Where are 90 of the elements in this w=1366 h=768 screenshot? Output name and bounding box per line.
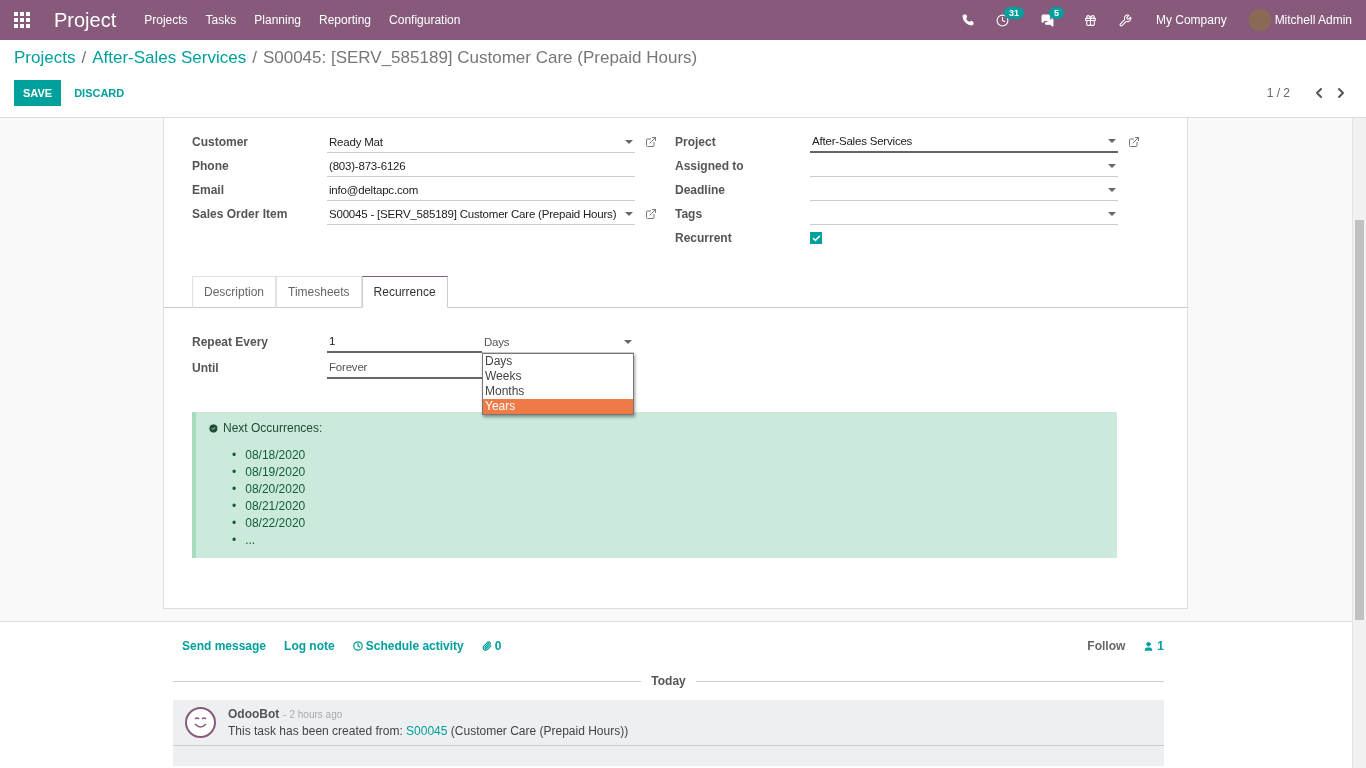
- bot-avatar-icon: [185, 707, 216, 738]
- pager-text: 1 / 2: [1266, 86, 1290, 100]
- occurrence-date: 08/22/2020: [245, 515, 306, 532]
- occurrence-date: 08/18/2020: [245, 447, 306, 464]
- bullet: •: [232, 464, 237, 481]
- save-button[interactable]: SAVE: [14, 80, 62, 106]
- field-label: Repeat Every: [192, 335, 270, 349]
- caret-icon: [1108, 163, 1116, 168]
- form-tab[interactable]: Timesheets: [276, 276, 362, 308]
- field-label: Deadline: [675, 183, 726, 197]
- paperclip-icon: [481, 641, 492, 651]
- until-dropdown[interactable]: Forever: [327, 357, 482, 379]
- chatter-link[interactable]: Send message: [182, 639, 267, 653]
- message-badge: 5: [1048, 6, 1064, 19]
- bullet: •: [232, 481, 237, 498]
- recurrent-checkbox[interactable]: [810, 232, 822, 244]
- occurrence-date: 08/19/2020: [245, 464, 306, 481]
- caret-icon: [625, 139, 633, 144]
- activity-badge: 31: [1003, 6, 1024, 19]
- user-avatar: [1248, 9, 1271, 31]
- caret-icon: [1108, 187, 1116, 192]
- field-label: Phone: [192, 159, 230, 173]
- record-title: S00045: [SERV_585189] Customer Care (Prepaid Hours): [262, 48, 698, 68]
- message-text: This task has been created from: S00045 (Customer Care (Prepaid Hours)): [228, 724, 629, 738]
- nav-menu-item[interactable]: Reporting: [319, 13, 372, 27]
- external-link-icon[interactable]: [645, 136, 657, 148]
- breadcrumb-separator: /: [81, 48, 87, 68]
- bullet: •: [232, 498, 237, 515]
- nav-menu-item[interactable]: Configuration: [389, 13, 461, 27]
- field-label: Sales Order Item: [192, 207, 289, 221]
- record-link[interactable]: S00045: [406, 724, 448, 738]
- company-switcher[interactable]: My Company: [1155, 13, 1227, 27]
- field-label: Tags: [675, 207, 704, 221]
- check-circle-icon: [208, 422, 219, 434]
- occurrence-date: ...: [245, 532, 256, 549]
- person-icon: [1143, 640, 1155, 652]
- occurrences-title: Next Occurrences:: [223, 421, 323, 435]
- caret-icon: [624, 339, 632, 344]
- field-label: Assigned to: [675, 159, 745, 173]
- discard-button[interactable]: DISCARD: [65, 80, 134, 106]
- field-label: Email: [192, 183, 225, 197]
- dropdown-option[interactable]: Weeks: [483, 369, 633, 384]
- occurrence-date: 08/20/2020: [245, 481, 306, 498]
- date-separator: Today: [651, 674, 686, 688]
- clock-icon: [352, 641, 363, 651]
- field-label: Until: [192, 361, 220, 375]
- dropdown-field[interactable]: S00045 - [SERV_585189] Customer Care (Prepaid Hours): [327, 203, 635, 225]
- phone-icon[interactable]: [961, 14, 974, 26]
- caret-icon: [625, 211, 633, 216]
- form-tab[interactable]: Recurrence: [361, 276, 448, 308]
- clock-icon[interactable]: [995, 13, 1009, 27]
- attachments-link[interactable]: 0: [481, 639, 502, 653]
- apps-menu-icon[interactable]: [14, 12, 30, 28]
- follow-button[interactable]: Follow: [1087, 639, 1126, 653]
- text-field[interactable]: (803)-873-6126: [327, 155, 635, 177]
- form-tab[interactable]: Description: [192, 276, 277, 308]
- nav-menu-item[interactable]: Planning: [254, 13, 301, 27]
- chatter-link[interactable]: Schedule activity: [352, 639, 464, 653]
- external-link-icon[interactable]: [645, 208, 657, 220]
- field-label: Recurrent: [675, 231, 733, 245]
- tools-icon[interactable]: [1118, 13, 1132, 27]
- chat-icon[interactable]: [1040, 13, 1054, 27]
- caret-icon: [1108, 139, 1116, 143]
- nav-menu-item[interactable]: Projects: [144, 13, 188, 27]
- dropdown-field[interactable]: After-Sales Services: [810, 131, 1118, 153]
- number-field[interactable]: 1: [327, 331, 482, 353]
- nav-menu-item[interactable]: Tasks: [205, 13, 237, 27]
- bullet: •: [232, 447, 237, 464]
- caret-icon: [1108, 211, 1116, 216]
- dropdown-option[interactable]: Days: [483, 354, 633, 369]
- bullet: •: [232, 515, 237, 532]
- gift-icon[interactable]: [1083, 13, 1097, 27]
- message-time: - 2 hours ago: [283, 709, 343, 720]
- bullet: •: [232, 532, 237, 549]
- scrollbar-thumb[interactable]: [1355, 220, 1364, 620]
- field-label: Customer: [192, 135, 249, 149]
- app-name: Project: [54, 8, 117, 32]
- breadcrumb-link[interactable]: Projects: [14, 48, 76, 68]
- external-link-icon[interactable]: [1128, 136, 1140, 148]
- user-menu[interactable]: Mitchell Admin: [1274, 13, 1352, 27]
- dropdown-option[interactable]: Months: [483, 384, 633, 399]
- text-field[interactable]: info@deltapc.com: [327, 179, 635, 201]
- occurrence-date: 08/21/2020: [245, 498, 306, 515]
- breadcrumb-link[interactable]: After-Sales Services: [92, 48, 247, 68]
- field-label: Project: [675, 135, 717, 149]
- breadcrumb-separator: /: [252, 48, 257, 68]
- dropdown-field[interactable]: Ready Mat: [327, 131, 635, 153]
- followers-button[interactable]: 1: [1143, 639, 1164, 653]
- chatter-link[interactable]: Log note: [284, 639, 335, 653]
- message-author: OdooBot: [228, 707, 280, 721]
